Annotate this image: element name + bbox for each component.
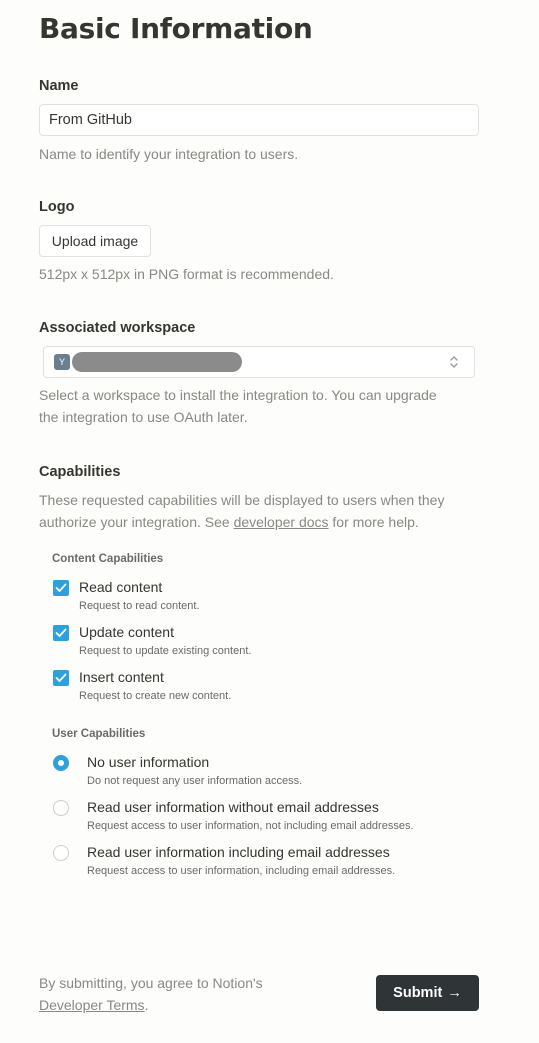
submit-button[interactable]: Submit → [376,975,479,1011]
checkbox-checked-icon[interactable] [53,625,69,641]
terms-notice: By submitting, you agree to Notion's Dev… [39,972,263,1016]
page-title: Basic Information [39,12,313,45]
workspace-select[interactable]: Y [43,346,475,378]
workspace-avatar: Y [54,354,70,370]
submit-label: Submit [393,985,443,1001]
capabilities-help-line-2: authorize your integration. See develope… [39,511,419,533]
workspace-help-line-1: Select a workspace to install the integr… [39,387,437,403]
user-capability-description: Do not request any user information acce… [87,775,303,787]
capability-description: Request to create new content. [79,690,232,702]
workspace-help-line-2: the integration to use OAuth later. [39,409,248,425]
workspace-name-redacted [72,352,242,372]
arrow-right-icon: → [447,985,462,1001]
logo-help-text: 512px x 512px in PNG format is recommend… [39,266,334,282]
radio-unselected-icon[interactable] [53,800,69,816]
developer-terms-link[interactable]: Developer Terms [39,997,145,1013]
terms-notice-line: By submitting, you agree to Notion's [39,975,263,991]
radio-unselected-icon[interactable] [53,845,69,861]
basic-information-page: Basic Information Name Name to identify … [0,0,539,1043]
name-label: Name [39,78,79,94]
capability-description: Request to update existing content. [79,645,252,657]
upload-image-button[interactable]: Upload image [39,225,151,257]
chevron-up-down-icon [450,356,458,368]
capability-title: Insert content [79,669,164,685]
checkbox-checked-icon[interactable] [53,580,69,596]
user-capability-description: Request access to user information, not … [87,820,414,832]
capabilities-help-prefix: authorize your integration. See [39,514,234,530]
radio-selected-icon[interactable] [53,755,69,771]
terms-suffix: . [144,997,149,1013]
capabilities-label: Capabilities [39,464,121,480]
user-capabilities-heading: User Capabilities [52,728,146,740]
capabilities-help-suffix: for more help. [328,514,419,530]
capability-title: Update content [79,624,174,640]
name-input[interactable] [39,104,479,136]
capability-title: Read content [79,579,163,595]
logo-label: Logo [39,199,75,215]
user-capability-description: Request access to user information, incl… [87,865,396,877]
name-help-text: Name to identify your integration to use… [39,146,299,162]
checkbox-checked-icon[interactable] [53,670,69,686]
user-capability-title: Read user information including email ad… [87,844,390,860]
content-capabilities-heading: Content Capabilities [52,553,164,565]
capabilities-help-line-1: These requested capabilities will be dis… [39,492,445,508]
developer-docs-link[interactable]: developer docs [234,514,329,530]
user-capability-title: No user information [87,754,210,770]
user-capability-title: Read user information without email addr… [87,799,379,815]
capability-description: Request to read content. [79,600,200,612]
workspace-label: Associated workspace [39,320,196,336]
